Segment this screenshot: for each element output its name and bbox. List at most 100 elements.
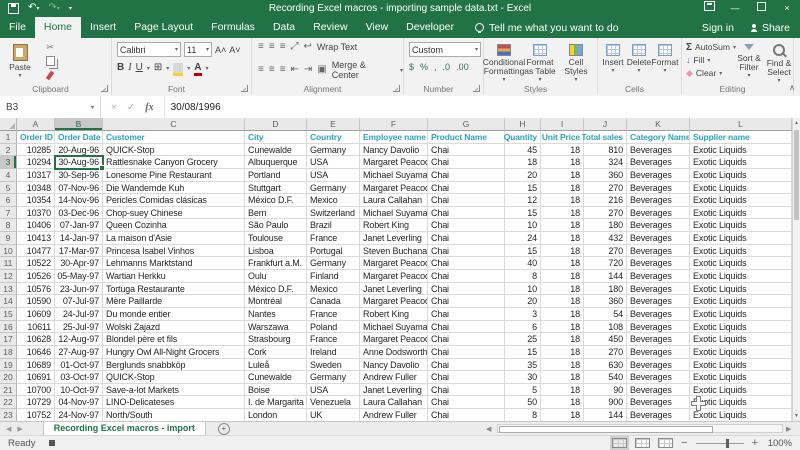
comma-style-icon[interactable]: , xyxy=(434,62,437,72)
cell-C20[interactable]: QUICK-Stop xyxy=(103,371,245,384)
column-header-H[interactable]: H xyxy=(505,118,541,131)
cell-A15[interactable]: 10609 xyxy=(17,307,55,321)
cell-B11[interactable]: 30-Apr-97 xyxy=(55,257,103,271)
tab-data[interactable]: Data xyxy=(264,17,304,38)
cell-B7[interactable]: 03-Dec-96 xyxy=(55,206,103,220)
cell-F14[interactable]: Margaret Peacock xyxy=(360,295,428,308)
align-right-icon[interactable]: ≡ xyxy=(280,64,286,76)
cell-B15[interactable]: 24-Jul-97 xyxy=(55,307,103,321)
cell-C18[interactable]: Hungry Owl All-Night Grocers xyxy=(103,345,245,359)
cell-A18[interactable]: 10646 xyxy=(17,345,55,359)
column-header-I[interactable]: I xyxy=(541,118,584,131)
cell-E20[interactable]: Germany xyxy=(307,371,360,384)
row-header-22[interactable]: 22 xyxy=(0,396,17,410)
cell-I18[interactable]: 18 xyxy=(541,345,584,359)
cell-L21[interactable]: Exotic Liquids xyxy=(690,383,792,397)
save-icon[interactable] xyxy=(8,3,19,14)
zoom-in-icon[interactable]: + xyxy=(752,437,758,449)
enter-icon[interactable]: ✓ xyxy=(127,102,135,113)
cell-D18[interactable]: Cork xyxy=(245,345,307,359)
cell-H1[interactable]: Quantity xyxy=(504,131,541,144)
horizontal-scrollbar[interactable] xyxy=(497,424,783,433)
cell-K17[interactable]: Beverages xyxy=(627,333,690,346)
insert-function-icon[interactable]: fx xyxy=(145,102,153,113)
tab-formulas[interactable]: Formulas xyxy=(202,17,264,38)
cell-G18[interactable]: Chai xyxy=(428,345,505,359)
cell-H19[interactable]: 35 xyxy=(505,358,541,372)
cell-E23[interactable]: UK xyxy=(307,409,360,421)
cell-H22[interactable]: 50 xyxy=(505,396,541,410)
row-header-8[interactable]: 8 xyxy=(0,219,17,233)
cell-C22[interactable]: LINO-Delicateses xyxy=(103,396,245,410)
cell-J20[interactable]: 540 xyxy=(584,371,627,384)
page-layout-view-icon[interactable] xyxy=(635,438,651,448)
tab-home[interactable]: Home xyxy=(34,17,81,38)
cell-J21[interactable]: 90 xyxy=(584,383,627,397)
cell-I22[interactable]: 18 xyxy=(541,396,584,410)
cell-B20[interactable]: 03-Oct-97 xyxy=(55,371,103,384)
cell-E16[interactable]: Poland xyxy=(307,320,360,334)
cell-C10[interactable]: Princesa Isabel Vinhos xyxy=(103,244,245,258)
cell-A20[interactable]: 10691 xyxy=(17,371,55,384)
cell-I17[interactable]: 18 xyxy=(541,333,584,346)
cell-L10[interactable]: Exotic Liquids xyxy=(690,244,792,258)
cell-H15[interactable]: 3 xyxy=(505,307,541,321)
format-as-table-button[interactable]: Format as Table ▾ xyxy=(522,40,558,85)
cell-F3[interactable]: Margaret Peacock xyxy=(360,156,428,169)
cell-A4[interactable]: 10317 xyxy=(17,168,55,182)
cell-B23[interactable]: 24-Nov-97 xyxy=(55,409,103,421)
row-header-20[interactable]: 20 xyxy=(0,371,17,384)
cell-A16[interactable]: 10611 xyxy=(17,320,55,334)
cell-G14[interactable]: Chai xyxy=(428,295,505,308)
cell-I10[interactable]: 18 xyxy=(541,244,584,258)
cell-L6[interactable]: Exotic Liquids xyxy=(690,194,792,207)
column-header-B[interactable]: B xyxy=(55,118,103,131)
cell-E9[interactable]: France xyxy=(307,232,360,245)
cell-F16[interactable]: Michael Suyama xyxy=(360,320,428,334)
cell-E4[interactable]: USA xyxy=(307,168,360,182)
align-top-icon[interactable]: ≡ xyxy=(258,41,264,53)
cell-D7[interactable]: Bern xyxy=(245,206,307,220)
cell-G12[interactable]: Chai xyxy=(428,270,505,283)
cell-E5[interactable]: Germany xyxy=(307,181,360,195)
cell-L2[interactable]: Exotic Liquids xyxy=(690,143,792,157)
row-header-15[interactable]: 15 xyxy=(0,307,17,321)
cell-A7[interactable]: 10370 xyxy=(17,206,55,220)
cell-A10[interactable]: 10477 xyxy=(17,244,55,258)
orientation-icon[interactable]: ⤢ xyxy=(291,41,299,53)
cell-D23[interactable]: London xyxy=(245,409,307,421)
scroll-down-icon[interactable]: ▼ xyxy=(793,411,800,421)
cell-I4[interactable]: 18 xyxy=(541,168,584,182)
cell-I2[interactable]: 18 xyxy=(541,143,584,157)
cell-D4[interactable]: Portland xyxy=(245,168,307,182)
cell-L15[interactable]: Exotic Liquids xyxy=(690,307,792,321)
column-header-J[interactable]: J xyxy=(584,118,627,131)
collapse-ribbon-icon[interactable]: ∧ xyxy=(789,83,795,92)
cell-D11[interactable]: Frankfurt a.M. xyxy=(245,257,307,271)
cell-K14[interactable]: Beverages xyxy=(627,295,690,308)
cell-A11[interactable]: 10522 xyxy=(17,257,55,271)
cell-C23[interactable]: North/South xyxy=(103,409,245,421)
column-header-F[interactable]: F xyxy=(360,118,428,131)
cell-B2[interactable]: 20-Aug-96 xyxy=(55,143,103,157)
cell-I7[interactable]: 18 xyxy=(541,206,584,220)
cell-J1[interactable]: Total sales xyxy=(581,131,627,144)
cell-K16[interactable]: Beverages xyxy=(627,320,690,334)
cell-B14[interactable]: 07-Jul-97 xyxy=(55,295,103,308)
cell-G5[interactable]: Chai xyxy=(428,181,505,195)
cell-H16[interactable]: 6 xyxy=(505,320,541,334)
align-bottom-icon[interactable]: ≡ xyxy=(280,41,286,53)
cell-J15[interactable]: 54 xyxy=(584,307,627,321)
cell-C4[interactable]: Lonesome Pine Restaurant xyxy=(103,168,245,182)
cell-A8[interactable]: 10406 xyxy=(17,219,55,233)
cell-F18[interactable]: Anne Dodsworth xyxy=(360,345,428,359)
column-header-C[interactable]: C xyxy=(103,118,245,131)
shrink-font-button[interactable]: A˅ xyxy=(229,44,240,56)
cell-C8[interactable]: Queen Cozinha xyxy=(103,219,245,233)
cell-H17[interactable]: 25 xyxy=(505,333,541,346)
cell-A19[interactable]: 10689 xyxy=(17,358,55,372)
cell-K8[interactable]: Beverages xyxy=(627,219,690,233)
cell-J17[interactable]: 450 xyxy=(584,333,627,346)
cell-J5[interactable]: 270 xyxy=(584,181,627,195)
cell-C12[interactable]: Wartian Herkku xyxy=(103,270,245,283)
